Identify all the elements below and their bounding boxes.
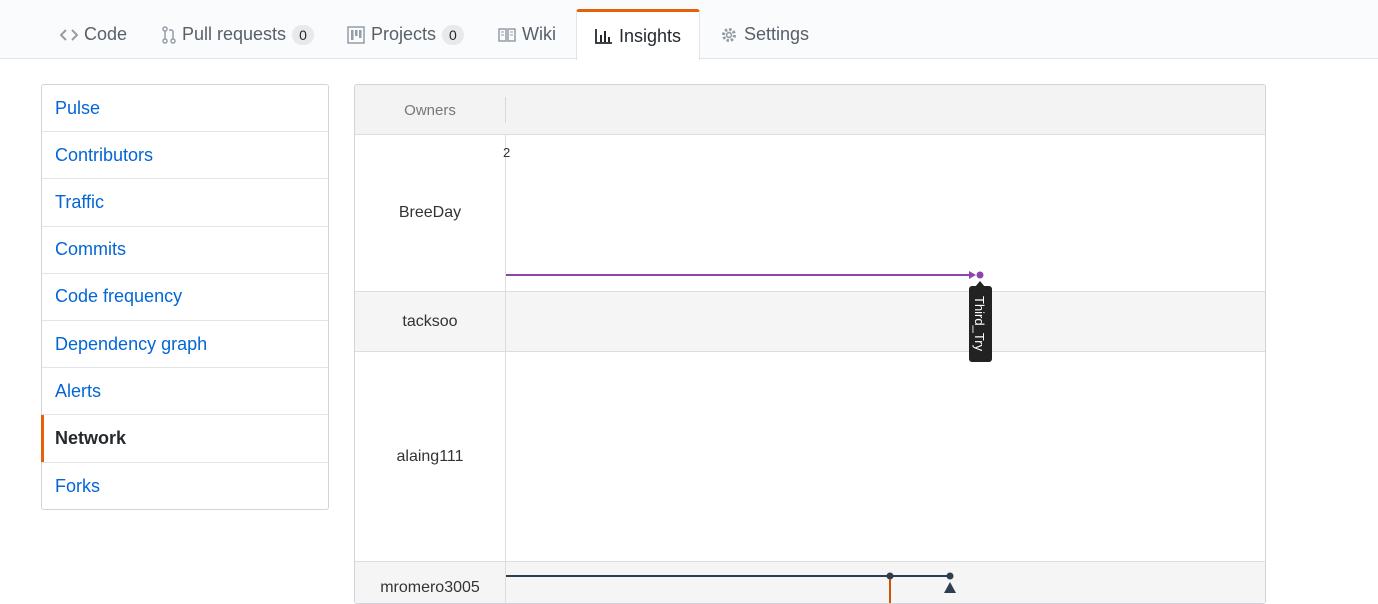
tab-wiki[interactable]: Wiki — [498, 10, 556, 59]
book-icon — [498, 27, 516, 42]
tab-code[interactable]: Code — [60, 10, 127, 59]
graph-icon — [595, 28, 613, 44]
tab-settings-label: Settings — [744, 24, 810, 44]
menu-item-network[interactable]: Network — [41, 415, 328, 463]
code-icon — [60, 28, 78, 42]
tab-settings[interactable]: Settings — [720, 10, 809, 59]
commit-dot[interactable] — [946, 572, 954, 580]
tab-pull-requests[interactable]: Pull requests 0 — [162, 10, 314, 59]
tab-insights[interactable]: Insights — [576, 9, 701, 60]
tab-projects-label: Projects — [371, 24, 437, 44]
network-graph[interactable]: Owners BreeDay tacksoo alaing111 mromero… — [354, 84, 1266, 604]
branch-arrow — [969, 271, 976, 279]
tab-projects[interactable]: Projects 0 — [347, 10, 464, 59]
menu-item-code-frequency[interactable]: Code frequency — [42, 274, 328, 321]
pull-requests-counter: 0 — [292, 24, 314, 45]
branch-arrow — [944, 582, 956, 593]
insights-menu: Pulse Contributors Traffic Commits Code … — [41, 84, 329, 510]
menu-item-contributors[interactable]: Contributors — [42, 132, 328, 180]
commit-dot[interactable] — [976, 271, 984, 279]
menu-item-pulse[interactable]: Pulse — [42, 85, 328, 133]
gear-icon — [720, 26, 738, 44]
commit-dot[interactable] — [886, 572, 894, 580]
network-canvas: Third_Try — [506, 271, 992, 603]
branch-tag[interactable]: Third_Try — [969, 281, 992, 362]
pull-request-icon — [162, 25, 176, 44]
menu-item-forks[interactable]: Forks — [42, 463, 328, 510]
menu-item-alerts[interactable]: Alerts — [42, 368, 328, 416]
menu-item-traffic[interactable]: Traffic — [42, 179, 328, 227]
tab-pull-requests-label: Pull requests — [182, 24, 287, 44]
menu-item-commits[interactable]: Commits — [42, 227, 328, 274]
menu-item-dependency-graph[interactable]: Dependency graph — [42, 321, 328, 369]
tab-insights-label: Insights — [619, 25, 682, 46]
branch-tag-label: Third_Try — [972, 296, 987, 352]
repo-nav: Code Pull requests 0 Projects 0 Wiki Ins… — [0, 0, 1378, 60]
projects-counter: 0 — [442, 24, 464, 45]
project-icon — [347, 25, 365, 44]
tab-wiki-label: Wiki — [522, 24, 556, 44]
tab-code-label: Code — [84, 24, 128, 44]
